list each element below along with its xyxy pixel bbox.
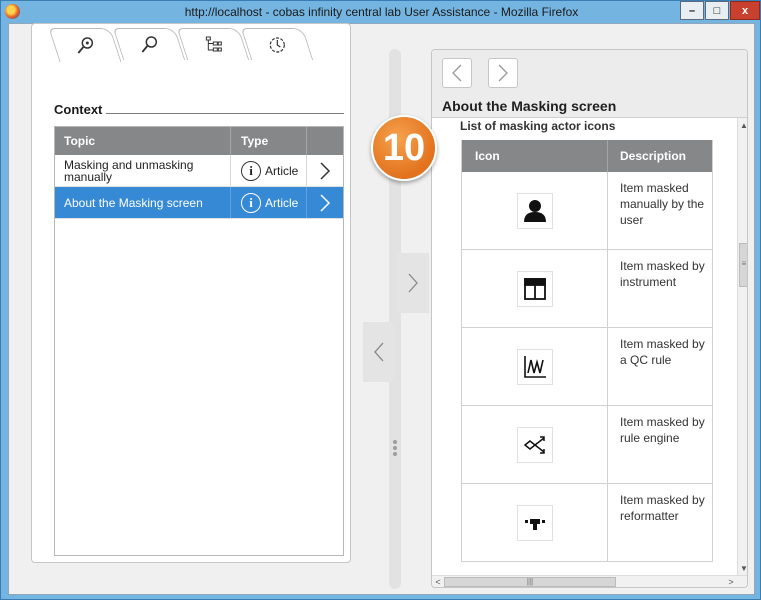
context-divider bbox=[106, 113, 344, 114]
tab-history[interactable] bbox=[240, 28, 314, 60]
type-cell: Article bbox=[265, 195, 299, 210]
horizontal-scroll-thumb[interactable]: ||| bbox=[444, 577, 616, 587]
table-row[interactable]: About the Masking screen i Article bbox=[55, 187, 343, 219]
chevron-right-icon bbox=[408, 273, 418, 293]
section-title: List of masking actor icons bbox=[460, 119, 616, 133]
table-row[interactable]: Masking and unmasking manually i Article bbox=[55, 155, 343, 187]
tab-context[interactable] bbox=[48, 28, 122, 62]
topic-cell: Masking and unmasking manually bbox=[55, 155, 231, 186]
forward-button[interactable] bbox=[488, 58, 518, 88]
horizontal-scrollbar[interactable]: < ||| > bbox=[432, 575, 747, 587]
window-title: http://localhost - cobas infinity centra… bbox=[184, 5, 579, 19]
icon-column-header: Icon bbox=[462, 140, 608, 172]
topics-table: Topic Type Masking and unmasking manuall… bbox=[54, 126, 344, 556]
qc-rule-icon bbox=[516, 348, 553, 385]
topics-header: Topic Type bbox=[55, 127, 343, 155]
topic-cell: About the Masking screen bbox=[55, 187, 231, 218]
tab-contents-tree[interactable] bbox=[176, 28, 250, 60]
open-topic-button[interactable] bbox=[307, 155, 343, 186]
navigation-panel: Context Topic Type Masking and unmasking… bbox=[31, 23, 351, 563]
table-row: Item masked by rule engine bbox=[462, 406, 712, 484]
minimize-button[interactable]: – bbox=[680, 1, 704, 20]
info-icon: i bbox=[241, 192, 261, 213]
search-icon bbox=[139, 35, 159, 55]
description-cell: Item masked by a QC rule bbox=[620, 337, 705, 367]
open-topic-button[interactable] bbox=[307, 187, 343, 218]
scroll-left-icon[interactable]: < bbox=[432, 576, 444, 587]
tab-search[interactable] bbox=[112, 28, 186, 60]
context-heading: Context bbox=[54, 102, 103, 117]
search-detail-icon bbox=[75, 36, 95, 56]
description-cell: Item masked by instrument bbox=[620, 259, 705, 289]
content-header: About the Masking screen bbox=[432, 50, 747, 118]
table-row: Item masked by reformatter bbox=[462, 484, 712, 562]
history-icon bbox=[267, 35, 287, 55]
reformatter-icon bbox=[516, 504, 553, 541]
topic-column-header[interactable]: Topic bbox=[55, 127, 231, 155]
table-row: Item masked by instrument bbox=[462, 250, 712, 328]
scroll-thumb[interactable]: ≡ bbox=[739, 243, 747, 287]
type-column-header[interactable]: Type bbox=[231, 127, 307, 155]
close-button[interactable]: x bbox=[730, 1, 760, 20]
chevron-left-icon bbox=[452, 64, 462, 82]
description-cell: Item masked by reformatter bbox=[620, 493, 705, 523]
collapse-left-button[interactable] bbox=[363, 322, 395, 382]
table-row: Item masked by a QC rule bbox=[462, 328, 712, 406]
step-number-badge: 10 bbox=[371, 115, 437, 181]
instrument-icon bbox=[516, 270, 553, 307]
splitter-handle-icon[interactable] bbox=[393, 438, 399, 458]
maximize-button[interactable]: □ bbox=[705, 1, 729, 20]
scroll-up-icon[interactable]: ▲ bbox=[739, 120, 747, 132]
type-cell: Article bbox=[265, 163, 299, 178]
scroll-down-icon[interactable]: ▼ bbox=[739, 563, 747, 575]
masking-icons-table: Icon Description Item masked manually by… bbox=[461, 140, 713, 562]
description-cell: Item masked by rule engine bbox=[620, 415, 705, 445]
icons-table-header: Icon Description bbox=[462, 140, 712, 172]
table-row: Item masked manually by the user bbox=[462, 172, 712, 250]
expand-right-button[interactable] bbox=[397, 253, 429, 313]
content-panel: About the Masking screen List of masking… bbox=[431, 49, 748, 588]
chevron-left-icon bbox=[374, 342, 384, 362]
rule-engine-icon bbox=[516, 426, 553, 463]
page-title: About the Masking screen bbox=[442, 98, 617, 114]
title-bar[interactable]: http://localhost - cobas infinity centra… bbox=[1, 1, 761, 23]
user-icon bbox=[516, 192, 553, 229]
info-icon: i bbox=[241, 160, 261, 181]
vertical-scrollbar[interactable]: ▲ ≡ ▼ bbox=[737, 118, 747, 577]
description-column-header: Description bbox=[620, 149, 687, 163]
chevron-right-icon bbox=[320, 193, 331, 212]
article-content: List of masking actor icons Icon Descrip… bbox=[432, 118, 737, 569]
tree-icon bbox=[203, 35, 223, 55]
chevron-right-icon bbox=[320, 161, 331, 180]
back-button[interactable] bbox=[442, 58, 472, 88]
description-cell: Item masked manually by the user bbox=[620, 181, 705, 227]
scroll-right-icon[interactable]: > bbox=[725, 576, 737, 587]
chevron-right-icon bbox=[498, 64, 508, 82]
browser-window: http://localhost - cobas infinity centra… bbox=[0, 0, 761, 600]
